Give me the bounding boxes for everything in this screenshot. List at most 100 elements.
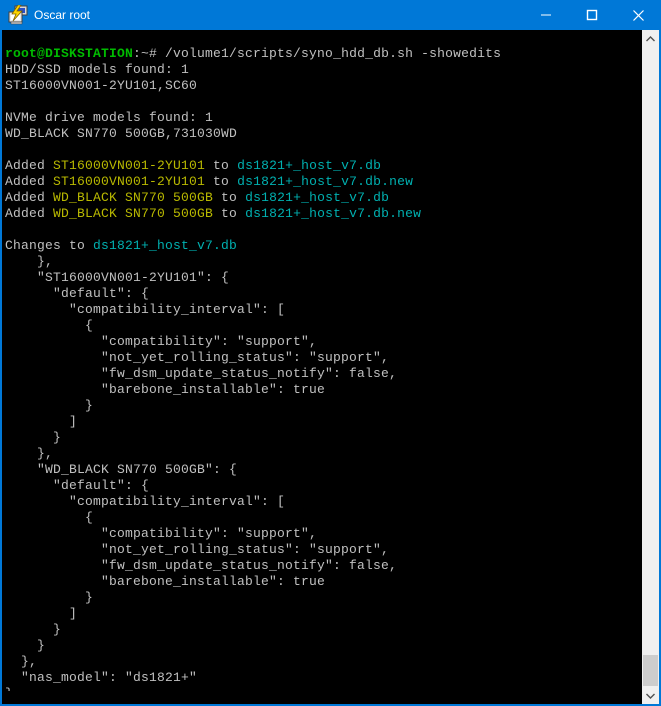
terminal-line: NVMe drive models found: 1 (5, 110, 642, 126)
terminal-text-segment: Changes to (5, 238, 93, 253)
terminal-text-segment: } (5, 398, 93, 413)
terminal-text-segment: }, (5, 254, 53, 269)
close-button[interactable] (615, 0, 661, 30)
terminal-text-segment: ds1821+_host_v7.db.new (237, 174, 413, 189)
terminal-line (5, 222, 642, 238)
terminal-text-segment: WD_BLACK SN770 500GB (53, 206, 213, 221)
terminal-text-segment: WD_BLACK SN770 500GB,731030WD (5, 126, 237, 141)
terminal-line: ] (5, 414, 642, 430)
terminal-text-segment: ds1821+_host_v7.db (245, 190, 389, 205)
putty-app-icon[interactable] (8, 5, 28, 25)
maximize-button[interactable] (569, 0, 615, 30)
terminal-line: "nas_model": "ds1821+" (5, 670, 642, 686)
terminal-text-segment: to (213, 206, 245, 221)
terminal-text-segment: "compatibility": "support", (5, 526, 317, 541)
terminal-line: "default": { (5, 286, 642, 302)
chevron-up-icon (646, 36, 655, 42)
terminal-text-segment: WD_BLACK SN770 500GB (53, 190, 213, 205)
window-title: Oscar root (34, 0, 523, 30)
terminal-line: Added WD_BLACK SN770 500GB to ds1821+_ho… (5, 206, 642, 222)
terminal-line: } (5, 686, 642, 691)
terminal-text-segment: Added (5, 174, 53, 189)
terminal-line: { (5, 318, 642, 334)
terminal-text-segment: } (5, 622, 61, 637)
terminal-text-segment: } (5, 590, 93, 605)
window-body: root@DISKSTATION:~# /volume1/scripts/syn… (2, 30, 659, 704)
scrollbar-thumb[interactable] (643, 655, 658, 686)
terminal-line: }, (5, 446, 642, 462)
terminal-line: "compatibility": "support", (5, 526, 642, 542)
terminal-text-segment: } (5, 430, 61, 445)
terminal-text-segment: ST16000VN001-2YU101 (53, 158, 205, 173)
terminal-line: "not_yet_rolling_status": "support", (5, 542, 642, 558)
terminal-text-segment: root@DISKSTATION (5, 46, 133, 61)
terminal-text-segment: }, (5, 654, 37, 669)
terminal-text-segment: ST16000VN001-2YU101 (53, 174, 205, 189)
terminal-line: { (5, 510, 642, 526)
terminal-line: "fw_dsm_update_status_notify": false, (5, 366, 642, 382)
terminal-line: Added ST16000VN001-2YU101 to ds1821+_hos… (5, 158, 642, 174)
terminal-text-segment: ] (5, 606, 77, 621)
terminal-line: "ST16000VN001-2YU101": { (5, 270, 642, 286)
terminal-text-segment: }, (5, 446, 53, 461)
terminal-line: } (5, 430, 642, 446)
terminal-text-segment: "ST16000VN001-2YU101": { (5, 270, 229, 285)
terminal-text-segment: { (5, 510, 93, 525)
title-bar[interactable]: Oscar root (0, 0, 661, 30)
terminal-line: Added ST16000VN001-2YU101 to ds1821+_hos… (5, 174, 642, 190)
terminal-text-segment: "fw_dsm_update_status_notify": false, (5, 366, 397, 381)
terminal-line: "compatibility_interval": [ (5, 494, 642, 510)
chevron-down-icon (646, 693, 655, 699)
terminal-text-segment: ST16000VN001-2YU101,SC60 (5, 78, 197, 93)
terminal-line: } (5, 398, 642, 414)
scroll-down-button[interactable] (642, 687, 659, 704)
terminal-text-segment: "barebone_installable": true (5, 574, 325, 589)
terminal-line: } (5, 590, 642, 606)
terminal-line: "barebone_installable": true (5, 574, 642, 590)
terminal-text-segment: to (213, 190, 245, 205)
minimize-button[interactable] (523, 0, 569, 30)
terminal-text-segment: "not_yet_rolling_status": "support", (5, 542, 389, 557)
minimize-icon (540, 9, 552, 21)
terminal-line: HDD/SSD models found: 1 (5, 62, 642, 78)
terminal-line: ST16000VN001-2YU101,SC60 (5, 78, 642, 94)
terminal-text-segment: ds1821+_host_v7.db (93, 238, 237, 253)
terminal-line (5, 142, 642, 158)
terminal-line: } (5, 638, 642, 654)
terminal-text-segment: :~# /volume1/scripts/syno_hdd_db.sh -sho… (133, 46, 501, 61)
terminal-text-segment: } (5, 686, 13, 691)
terminal-text-segment: "compatibility_interval": [ (5, 494, 285, 509)
terminal-text-segment: Added (5, 158, 53, 173)
terminal-text-segment: "compatibility": "support", (5, 334, 317, 349)
terminal-line: "not_yet_rolling_status": "support", (5, 350, 642, 366)
terminal-text-segment: ds1821+_host_v7.db.new (245, 206, 421, 221)
putty-window: Oscar root root@DISKSTATION:~# /volu (0, 0, 661, 706)
terminal-line: Changes to ds1821+_host_v7.db (5, 238, 642, 254)
scroll-up-button[interactable] (642, 30, 659, 47)
terminal-line: WD_BLACK SN770 500GB,731030WD (5, 126, 642, 142)
terminal-text-segment: Added (5, 190, 53, 205)
caption-buttons (523, 0, 661, 30)
terminal-line: "fw_dsm_update_status_notify": false, (5, 558, 642, 574)
terminal-line: "barebone_installable": true (5, 382, 642, 398)
terminal-text-segment: "fw_dsm_update_status_notify": false, (5, 558, 397, 573)
terminal-text-segment: to (205, 174, 237, 189)
terminal-text-segment: Added (5, 206, 53, 221)
terminal-line: root@DISKSTATION:~# /volume1/scripts/syn… (5, 46, 642, 62)
terminal-line: }, (5, 254, 642, 270)
terminal-text-segment: "default": { (5, 286, 149, 301)
scrollbar-track[interactable] (642, 47, 659, 655)
scrollbar[interactable] (642, 30, 659, 704)
terminal-text-segment: "WD_BLACK SN770 500GB": { (5, 462, 237, 477)
terminal-text-segment: HDD/SSD models found: 1 (5, 62, 189, 77)
terminal-line: "compatibility": "support", (5, 334, 642, 350)
terminal-line: "default": { (5, 478, 642, 494)
terminal-output[interactable]: root@DISKSTATION:~# /volume1/scripts/syn… (2, 43, 642, 691)
terminal-text-segment: } (5, 638, 45, 653)
terminal-text-segment: "nas_model": "ds1821+" (5, 670, 197, 685)
terminal-text-segment: "compatibility_interval": [ (5, 302, 285, 317)
terminal-line: ] (5, 606, 642, 622)
terminal-line: "WD_BLACK SN770 500GB": { (5, 462, 642, 478)
terminal-line: } (5, 622, 642, 638)
maximize-icon (586, 9, 598, 21)
